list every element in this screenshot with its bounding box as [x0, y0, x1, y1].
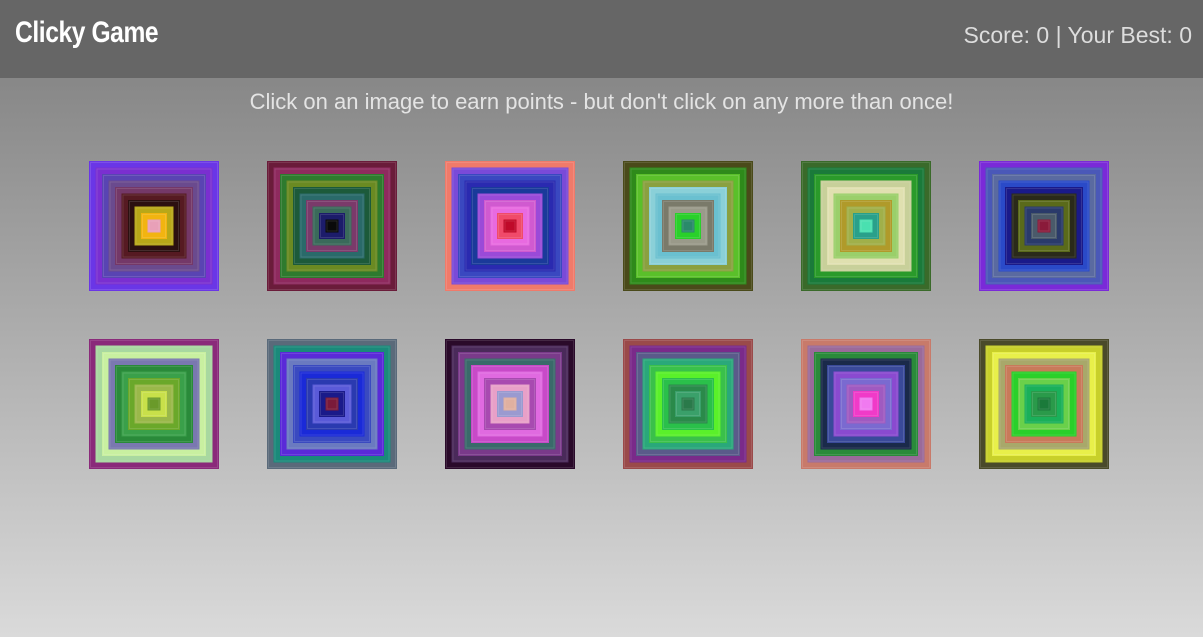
concentric-squares-image: [623, 339, 753, 469]
concentric-squares-image: [445, 339, 575, 469]
navbar: Clicky Game Score: 0 | Your Best: 0: [0, 0, 1203, 78]
image-tile[interactable]: [801, 161, 931, 291]
concentric-squares-image: [979, 161, 1109, 291]
image-tile[interactable]: [445, 161, 575, 291]
concentric-squares-image: [89, 339, 219, 469]
concentric-squares-image: [267, 339, 397, 469]
image-tile[interactable]: [89, 161, 219, 291]
image-tile[interactable]: [979, 339, 1109, 469]
image-grid: [89, 161, 1119, 481]
image-tile[interactable]: [445, 339, 575, 469]
concentric-squares-image: [445, 161, 575, 291]
concentric-squares-image: [89, 161, 219, 291]
image-tile[interactable]: [801, 339, 931, 469]
concentric-squares-image: [979, 339, 1109, 469]
concentric-squares-image: [801, 339, 931, 469]
concentric-squares-image: [623, 161, 753, 291]
image-tile[interactable]: [623, 339, 753, 469]
score-display: Score: 0 | Your Best: 0: [963, 22, 1192, 48]
image-tile[interactable]: [979, 161, 1109, 291]
brand-title[interactable]: Clicky Game: [15, 16, 159, 50]
concentric-squares-image: [267, 161, 397, 291]
image-tile[interactable]: [89, 339, 219, 469]
image-tile[interactable]: [623, 161, 753, 291]
image-tile[interactable]: [267, 161, 397, 291]
instructions-text: Click on an image to earn points - but d…: [249, 89, 954, 114]
concentric-squares-image: [801, 161, 931, 291]
image-tile[interactable]: [267, 339, 397, 469]
